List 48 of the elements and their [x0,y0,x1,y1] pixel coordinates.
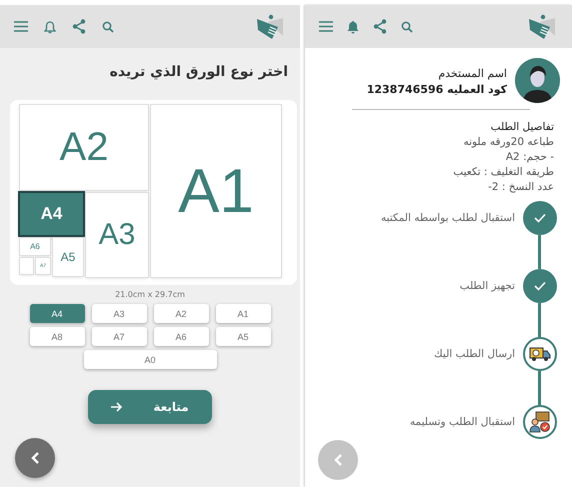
bell-icon[interactable] [44,20,56,34]
paper-size-option[interactable]: A2 [20,105,148,190]
detail-line: طباعه 20ورقه ملونه [462,135,554,150]
size-button[interactable]: A4 [30,304,84,323]
menu-icon[interactable] [319,21,333,32]
step-label: ارسال الطلب اليك [434,348,515,360]
arrow-right-icon [111,402,124,412]
logo-icon [256,14,284,40]
page-title: اختر نوع الورق الذي تريده [108,63,289,82]
size-button[interactable]: A2 [154,304,208,323]
detail-line: - حجم: A2 [504,150,554,165]
share-icon[interactable] [373,19,387,34]
paper-dimensions: 21.0cm x 29.7cm [114,290,186,301]
delivery-person-icon [529,411,551,433]
truck-icon [529,346,551,362]
size-button[interactable]: A6 [154,327,208,346]
step-label: تجهيز الطلب [460,280,515,292]
chevron-left-icon [30,451,40,465]
paper-size-option[interactable]: A3 [86,193,148,277]
search-icon[interactable] [401,20,413,32]
menu-icon[interactable] [14,21,28,32]
step-label: استقبال الطلب وتسليمه [410,416,515,428]
check-icon [534,213,546,223]
step-label: استقبال لطلب بواسطه المكتبه [380,212,515,224]
share-icon[interactable] [72,19,86,34]
paper-size-option[interactable]: A5 [53,238,83,276]
user-name: اسم المستخدم [437,66,507,82]
size-button[interactable]: A0 [84,350,216,369]
chevron-left-icon [333,453,343,467]
logo-icon [528,14,556,40]
check-icon [534,281,546,291]
size-button[interactable]: A1 [216,304,270,323]
paper-size-option[interactable]: A4 [20,193,83,235]
paper-size-option[interactable]: A1 [151,105,281,277]
size-button[interactable]: A8 [30,327,84,346]
detail-line: طريقه التغليف : تكعيب [452,165,554,180]
paper-size-option[interactable]: A6 [20,238,50,255]
search-icon[interactable] [102,20,114,32]
details-title: تفاصيل الطلب [490,120,554,135]
detail-line: عدد النسخ : 2- [487,180,554,195]
back-button[interactable] [15,438,55,478]
size-button[interactable]: A5 [216,327,270,346]
size-button[interactable]: A7 [92,327,146,346]
size-button[interactable]: A3 [92,304,146,323]
bell-icon[interactable] [347,20,359,34]
avatar-icon [515,58,560,103]
order-code: كود العمليه 1238746596 [366,83,507,96]
continue-button[interactable]: متابعة [88,390,212,424]
